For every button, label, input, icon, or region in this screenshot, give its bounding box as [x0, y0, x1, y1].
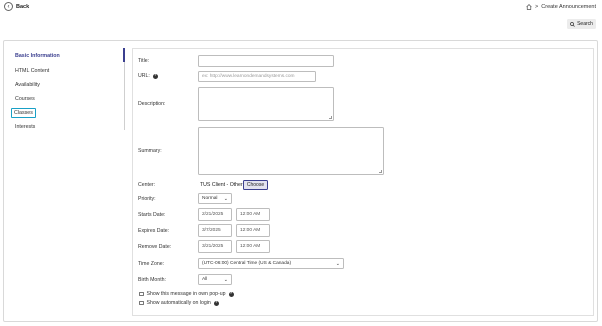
- resize-grip[interactable]: [379, 170, 382, 173]
- description-textarea[interactable]: [198, 87, 334, 121]
- url-input[interactable]: ex: http://www.learnondemandsystems.com: [198, 71, 316, 82]
- url-label-group: URL: ?: [138, 73, 158, 79]
- url-label: URL:: [138, 73, 150, 79]
- chevron-left-icon: ‹: [7, 3, 10, 10]
- summary-textarea[interactable]: [198, 127, 384, 175]
- summary-label: Summary:: [138, 148, 162, 154]
- sidebar-item-basic-information[interactable]: Basic Information: [15, 53, 60, 59]
- sidebar-item-availability[interactable]: Availability: [15, 82, 40, 88]
- login-checkbox-row: Show automatically on login ?: [139, 300, 219, 306]
- search-button[interactable]: Search: [567, 19, 596, 29]
- resize-grip[interactable]: [329, 116, 332, 119]
- search-button-label: Search: [577, 21, 593, 27]
- timezone-select[interactable]: (UTC-06:00) Central Time (US & Canada) ⌄: [198, 258, 344, 269]
- chevron-down-icon: ⌄: [223, 276, 228, 283]
- expires-date-label: Expires Date:: [138, 228, 170, 234]
- popup-checkbox-row: Show this message in own pop-up ?: [139, 291, 234, 297]
- starts-date-label: Starts Date:: [138, 212, 166, 218]
- sidebar-item-courses[interactable]: Courses: [15, 96, 35, 102]
- remove-date-input[interactable]: 3/21/2025: [198, 240, 232, 253]
- sidebar-item-interests[interactable]: Interests: [15, 124, 35, 130]
- sidebar-active-indicator: [123, 48, 125, 62]
- priority-select[interactable]: Normal ⌄: [198, 193, 232, 204]
- priority-label: Priority:: [138, 196, 156, 202]
- timezone-value: (UTC-06:00) Central Time (US & Canada): [202, 261, 292, 266]
- sidebar-item-classes[interactable]: Classes: [11, 108, 36, 118]
- login-checkbox-label[interactable]: Show automatically on login: [147, 300, 211, 306]
- help-icon[interactable]: ?: [152, 73, 158, 79]
- home-icon[interactable]: [526, 4, 532, 10]
- birth-month-label: Birth Month:: [138, 277, 166, 283]
- popup-checkbox-label[interactable]: Show this message in own pop-up: [147, 291, 226, 297]
- description-label: Description:: [138, 101, 166, 107]
- back-label[interactable]: Back: [16, 4, 29, 10]
- breadcrumb: > Create Announcement: [526, 4, 596, 10]
- breadcrumb-current: Create Announcement: [541, 4, 596, 10]
- title-label: Title:: [138, 58, 150, 64]
- back-button[interactable]: ‹: [4, 2, 13, 11]
- help-icon[interactable]: ?: [228, 291, 234, 297]
- chevron-down-icon: ⌄: [223, 195, 228, 202]
- sidebar-item-html-content[interactable]: HTML Content: [15, 68, 49, 74]
- center-label: Center:: [138, 182, 156, 188]
- priority-value: Normal: [202, 196, 218, 201]
- starts-time-input[interactable]: 12:00 AM: [236, 208, 270, 221]
- help-icon[interactable]: ?: [213, 300, 219, 306]
- center-value: TUS Client - Other: [200, 182, 243, 188]
- top-bar: [0, 0, 602, 14]
- search-icon: [570, 21, 575, 27]
- title-input[interactable]: [198, 55, 334, 67]
- chevron-down-icon: ⌄: [335, 260, 340, 267]
- timezone-label: Time Zone:: [138, 261, 165, 267]
- breadcrumb-separator: >: [535, 4, 539, 10]
- expires-time-input[interactable]: 12:00 AM: [236, 224, 270, 237]
- remove-date-label: Remove Date:: [138, 244, 172, 250]
- starts-date-input[interactable]: 2/21/2025: [198, 208, 232, 221]
- expires-date-input[interactable]: 3/7/2025: [198, 224, 232, 237]
- birth-month-select[interactable]: All ⌄: [198, 274, 232, 285]
- remove-time-input[interactable]: 12:00 AM: [236, 240, 270, 253]
- choose-button[interactable]: Choose: [243, 180, 268, 190]
- birth-month-value: All: [202, 277, 208, 282]
- login-checkbox[interactable]: [139, 300, 144, 306]
- popup-checkbox[interactable]: [139, 291, 144, 297]
